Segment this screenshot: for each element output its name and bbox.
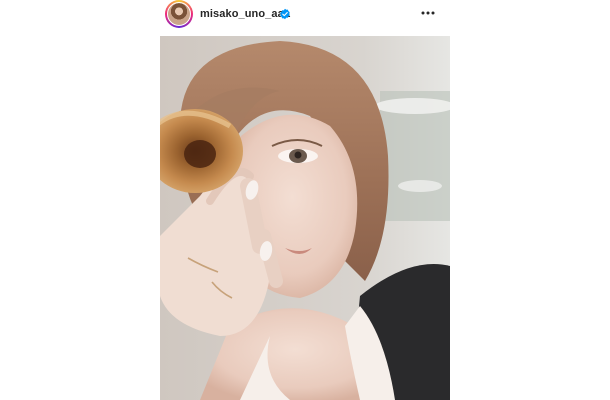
profile-avatar[interactable] [167,2,191,26]
story-ring[interactable] [165,0,193,28]
verified-badge-icon [280,8,290,20]
instagram-post: misako_uno_aaa [0,0,610,400]
portrait-photo [160,36,450,400]
post-header: misako_uno_aaa [160,0,450,32]
username-link[interactable]: misako_uno_aaa [200,8,290,20]
post-photo[interactable] [160,36,450,400]
more-options-icon[interactable] [420,5,436,21]
